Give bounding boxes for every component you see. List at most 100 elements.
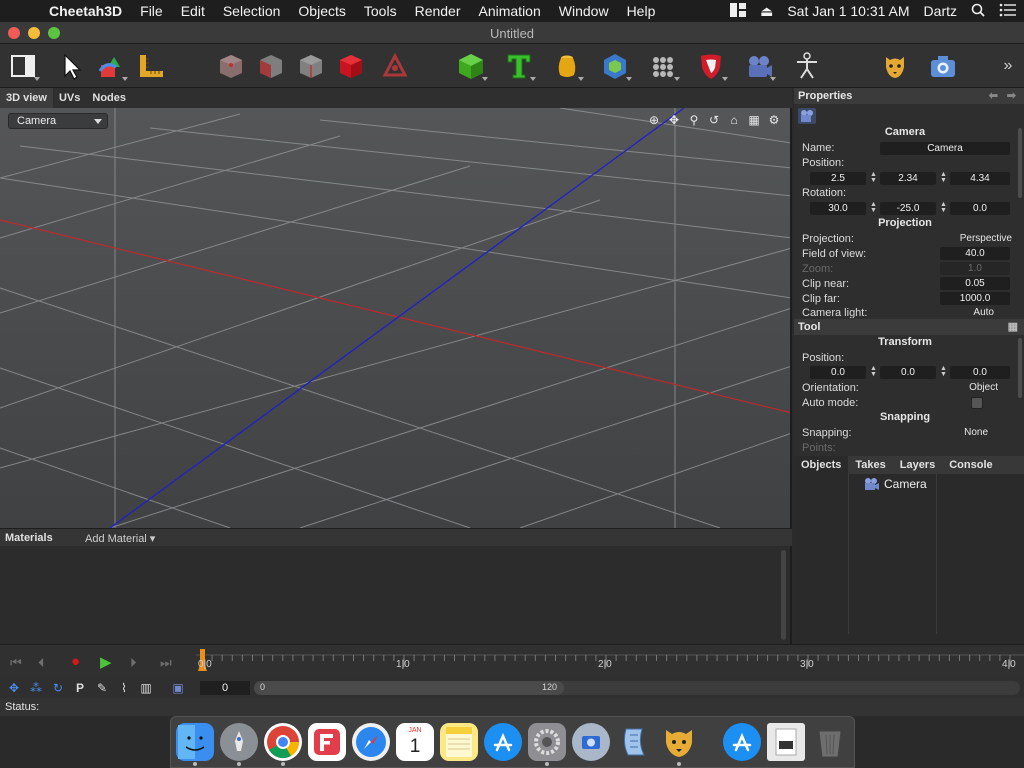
menu-window[interactable]: Window bbox=[550, 3, 618, 19]
launchpad-icon[interactable] bbox=[220, 723, 258, 766]
notification-center-icon[interactable] bbox=[992, 3, 1024, 20]
trash-icon[interactable] bbox=[811, 723, 849, 761]
tool-scrollbar[interactable] bbox=[1018, 338, 1022, 398]
shield-icon[interactable] bbox=[694, 49, 728, 83]
tool-position-z-field[interactable]: 0.0 bbox=[950, 366, 1010, 379]
frame-range-slider[interactable]: 0 120 bbox=[254, 681, 564, 695]
spotlight-search-icon[interactable] bbox=[964, 3, 992, 20]
move-keys-icon[interactable]: ✥ bbox=[6, 680, 22, 696]
position-y-field[interactable]: 2.34 bbox=[880, 172, 936, 185]
clip-near-field[interactable]: 0.05 bbox=[940, 277, 1010, 290]
menu-objects[interactable]: Objects bbox=[289, 3, 354, 19]
materials-area[interactable] bbox=[0, 546, 792, 644]
cube-edges-icon[interactable] bbox=[294, 49, 328, 83]
3d-viewport[interactable]: Camera ⊕ ✥ ⚲ ↺ ⌂ ▦ ⚙ bbox=[0, 108, 792, 528]
tab-layers[interactable]: Layers bbox=[893, 456, 942, 474]
vertex-tool-icon[interactable] bbox=[378, 49, 412, 83]
tab-console[interactable]: Console bbox=[942, 456, 999, 474]
rotation-y-stepper[interactable]: ▲ ▼ bbox=[940, 201, 947, 214]
menu-animation[interactable]: Animation bbox=[470, 3, 550, 19]
scale-keys-icon[interactable]: ⁂ bbox=[28, 680, 44, 696]
cube-outline-icon[interactable] bbox=[214, 49, 248, 83]
camera-object-icon[interactable]: ▣ bbox=[170, 680, 186, 696]
menu-edit[interactable]: Edit bbox=[172, 3, 214, 19]
ruler-small-icon[interactable]: ▦ bbox=[1008, 319, 1018, 335]
snapping-select[interactable]: None bbox=[934, 427, 988, 438]
character-joint-icon[interactable] bbox=[790, 49, 824, 83]
play-icon[interactable]: ▶ bbox=[100, 653, 112, 671]
camera-render-icon[interactable] bbox=[926, 49, 960, 83]
eject-icon[interactable]: ⏏ bbox=[753, 3, 780, 20]
app-store-downloads-icon[interactable] bbox=[723, 723, 761, 761]
chrome-icon[interactable] bbox=[264, 723, 302, 766]
fantastical-icon[interactable] bbox=[308, 723, 346, 761]
view-layout-icon[interactable] bbox=[6, 49, 40, 83]
record-icon[interactable]: ● bbox=[71, 653, 80, 670]
finder-icon[interactable] bbox=[176, 723, 214, 766]
paint-tool-icon[interactable]: ✎ bbox=[94, 680, 110, 696]
orientation-select[interactable]: Object bbox=[934, 382, 998, 393]
rotation-z-field[interactable]: 0.0 bbox=[950, 202, 1010, 215]
path-tool-icon[interactable]: P bbox=[72, 680, 88, 696]
clip-far-field[interactable]: 1000.0 bbox=[940, 292, 1010, 305]
script-editor-icon[interactable] bbox=[616, 723, 654, 761]
settings-view-icon[interactable]: ⚙ bbox=[766, 112, 782, 128]
text-object-icon[interactable] bbox=[502, 49, 536, 83]
layout-view-icon[interactable]: ▦ bbox=[746, 112, 762, 128]
tool-position-y-stepper[interactable]: ▲ ▼ bbox=[940, 365, 947, 378]
rotation-y-field[interactable]: -25.0 bbox=[880, 202, 936, 215]
projection-select[interactable]: Perspective bbox=[934, 233, 1012, 244]
fov-field[interactable]: 40.0 bbox=[940, 247, 1010, 260]
camera-object-icon[interactable] bbox=[742, 49, 776, 83]
forward-end-icon[interactable]: ⏭ bbox=[160, 655, 172, 671]
name-field[interactable]: Camera bbox=[880, 142, 1010, 155]
step-forward-icon[interactable]: ⏵ bbox=[130, 655, 137, 671]
vase-lathe-icon[interactable] bbox=[550, 49, 584, 83]
forward-arrow-icon[interactable]: ➡ bbox=[1007, 88, 1016, 104]
tool-position-y-field[interactable]: 0.0 bbox=[880, 366, 936, 379]
rotate-view-icon[interactable]: ↺ bbox=[706, 112, 722, 128]
menu-selection[interactable]: Selection bbox=[214, 3, 290, 19]
objects-list[interactable]: Camera bbox=[794, 474, 1024, 644]
menubar-user[interactable]: Dartz bbox=[917, 3, 964, 19]
back-arrow-icon[interactable]: ⬅ bbox=[989, 88, 998, 104]
ruler-tool-icon[interactable] bbox=[134, 49, 168, 83]
materials-scrollbar[interactable] bbox=[781, 550, 786, 640]
menu-help[interactable]: Help bbox=[618, 3, 665, 19]
tab-objects[interactable]: Objects bbox=[794, 456, 849, 474]
menu-tools[interactable]: Tools bbox=[355, 3, 406, 19]
polygon-object-icon[interactable] bbox=[598, 49, 632, 83]
tab-3d-view[interactable]: 3D view bbox=[0, 88, 53, 108]
pointer-tool-icon[interactable] bbox=[54, 49, 88, 83]
system-preferences-icon[interactable] bbox=[528, 723, 566, 766]
list-item[interactable]: Camera bbox=[862, 476, 927, 492]
safari-icon[interactable] bbox=[352, 723, 390, 761]
rotation-x-field[interactable]: 30.0 bbox=[810, 202, 866, 215]
graph-tool-icon[interactable]: ▥ bbox=[138, 680, 154, 696]
tab-takes[interactable]: Takes bbox=[848, 456, 892, 474]
position-x-stepper[interactable]: ▲ ▼ bbox=[870, 171, 877, 184]
menu-render[interactable]: Render bbox=[406, 3, 470, 19]
properties-scrollbar[interactable] bbox=[1018, 128, 1022, 198]
position-y-stepper[interactable]: ▲ ▼ bbox=[940, 171, 947, 184]
documents-icon[interactable] bbox=[767, 723, 805, 761]
auto-mode-checkbox[interactable] bbox=[971, 397, 983, 409]
tool-position-x-field[interactable]: 0.0 bbox=[810, 366, 866, 379]
split-view-icon[interactable] bbox=[723, 2, 753, 20]
notes-icon[interactable] bbox=[440, 723, 478, 761]
home-view-icon[interactable]: ⌂ bbox=[726, 112, 742, 128]
rotate-keys-icon[interactable]: ↻ bbox=[50, 680, 66, 696]
step-back-icon[interactable]: ⏴ bbox=[38, 655, 45, 671]
tab-uvs[interactable]: UVs bbox=[53, 88, 86, 108]
more-chevron-icon[interactable]: » bbox=[994, 49, 1022, 83]
tool-position-x-stepper[interactable]: ▲ ▼ bbox=[870, 365, 877, 378]
calendar-icon[interactable]: JAN 1 bbox=[396, 723, 434, 761]
position-z-field[interactable]: 4.34 bbox=[950, 172, 1010, 185]
rewind-start-icon[interactable]: ⏮ bbox=[10, 655, 22, 671]
cube-faces-icon[interactable] bbox=[254, 49, 288, 83]
spheres-array-icon[interactable] bbox=[646, 49, 680, 83]
cheetah-render-icon[interactable] bbox=[878, 49, 912, 83]
app-store-icon[interactable] bbox=[484, 723, 522, 761]
menu-file[interactable]: File bbox=[131, 3, 172, 19]
add-material-button[interactable]: Add Material ▾ bbox=[85, 532, 155, 545]
